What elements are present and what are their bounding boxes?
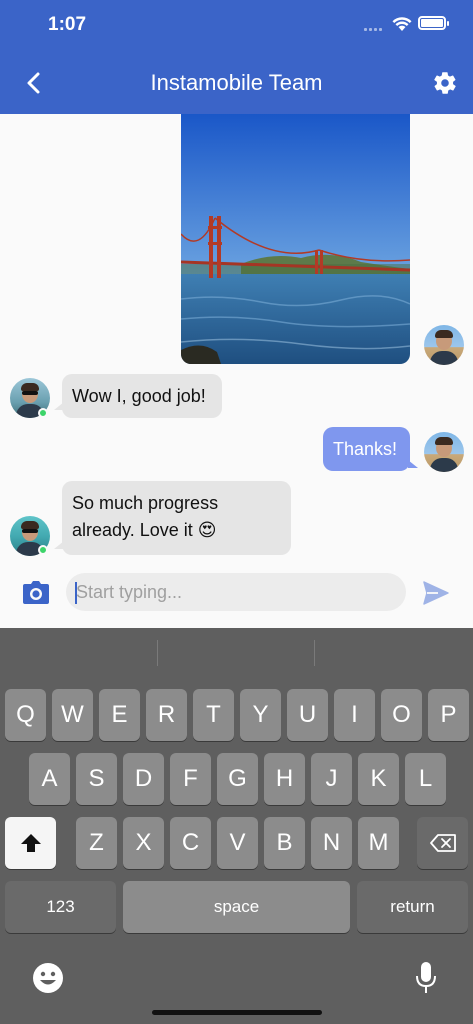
microphone-icon [416, 962, 436, 993]
key-d[interactable]: D [123, 753, 164, 805]
key-t[interactable]: T [193, 689, 234, 741]
avatar[interactable] [424, 432, 464, 472]
key-f[interactable]: F [170, 753, 211, 805]
on-screen-keyboard: Q W E R T Y U I O P A S D F G H J K L Z … [0, 628, 473, 1024]
key-l[interactable]: L [405, 753, 446, 805]
online-status-indicator [38, 545, 48, 555]
message-bubble-incoming[interactable]: Wow I, good job! [62, 374, 222, 418]
key-y[interactable]: Y [240, 689, 281, 741]
key-i[interactable]: I [334, 689, 375, 741]
key-e[interactable]: E [99, 689, 140, 741]
battery-icon [418, 16, 449, 30]
key-q[interactable]: Q [5, 689, 46, 741]
text-cursor [75, 582, 77, 604]
golden-gate-photo [181, 114, 410, 364]
dictation-button[interactable] [414, 960, 438, 996]
backspace-key[interactable] [417, 817, 468, 869]
key-k[interactable]: K [358, 753, 399, 805]
camera-icon [23, 581, 49, 604]
message-input[interactable] [66, 573, 406, 611]
shift-arrow-icon [20, 834, 41, 852]
send-button[interactable] [422, 579, 450, 607]
key-a[interactable]: A [29, 753, 70, 805]
image-message[interactable] [181, 114, 410, 364]
suggestion-bar[interactable] [0, 628, 473, 676]
key-u[interactable]: U [287, 689, 328, 741]
backspace-icon [429, 834, 456, 852]
message-list[interactable]: Wow I, good job! Thanks! So much progres… [0, 114, 473, 629]
send-icon [423, 581, 449, 605]
return-key[interactable]: return [357, 881, 468, 933]
message-composer [0, 566, 473, 628]
status-time: 1:07 [48, 14, 87, 35]
key-n[interactable]: N [311, 817, 352, 869]
message-text-line: So much progress [72, 493, 219, 513]
page-title: Instamobile Team [150, 70, 323, 95]
message-text: Wow I, good job! [72, 386, 206, 406]
message-text-line: already. Love it 😍 [72, 520, 217, 540]
chat-header: 1:07 Instamobile Team [0, 0, 473, 114]
message-bubble-outgoing[interactable]: Thanks! [323, 427, 410, 471]
key-o[interactable]: O [381, 689, 422, 741]
smiley-face-icon [33, 963, 63, 993]
avatar[interactable] [424, 325, 464, 365]
key-b[interactable]: B [264, 817, 305, 869]
emoji-keyboard-button[interactable] [32, 962, 64, 994]
home-indicator[interactable] [152, 1010, 322, 1015]
key-w[interactable]: W [52, 689, 93, 741]
key-h[interactable]: H [264, 753, 305, 805]
key-z[interactable]: Z [76, 817, 117, 869]
key-c[interactable]: C [170, 817, 211, 869]
message-text: Thanks! [333, 439, 398, 459]
shift-key[interactable] [5, 817, 56, 869]
online-status-indicator [38, 408, 48, 418]
key-v[interactable]: V [217, 817, 258, 869]
space-key[interactable]: space [123, 881, 350, 933]
message-input-container[interactable] [66, 573, 406, 611]
cellular-signal-icon [364, 26, 386, 32]
settings-button[interactable] [430, 68, 460, 98]
message-bubble-incoming[interactable]: So much progress already. Love it 😍 [62, 481, 291, 555]
key-x[interactable]: X [123, 817, 164, 869]
status-bar: 1:07 [0, 0, 473, 50]
key-r[interactable]: R [146, 689, 187, 741]
key-j[interactable]: J [311, 753, 352, 805]
wifi-icon [391, 16, 413, 37]
camera-button[interactable] [22, 580, 50, 606]
numbers-key[interactable]: 123 [5, 881, 116, 933]
key-p[interactable]: P [428, 689, 469, 741]
key-m[interactable]: M [358, 817, 399, 869]
key-g[interactable]: G [217, 753, 258, 805]
key-s[interactable]: S [76, 753, 117, 805]
gear-icon [434, 72, 456, 94]
